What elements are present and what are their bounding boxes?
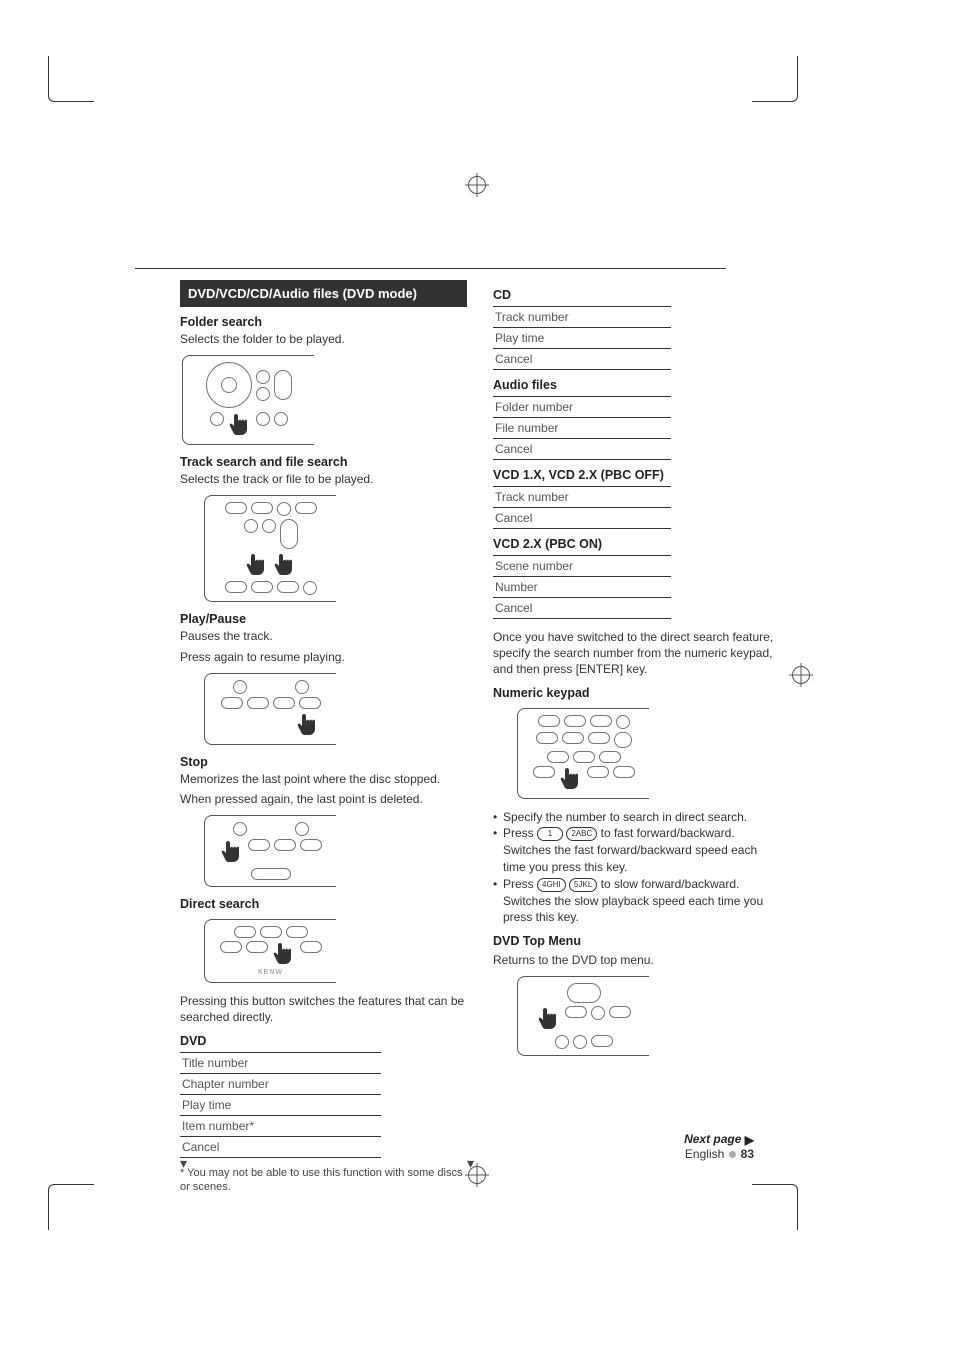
table-row: Item number* [180, 1116, 381, 1137]
bullet-item: Press 1 2ABC to fast forward/backward. S… [493, 825, 780, 875]
table-row: Play time [493, 328, 671, 349]
table-row: Cancel [180, 1137, 381, 1158]
cd-table: Track number Play time Cancel [493, 306, 671, 370]
vcd1-table-label: VCD 1.X, VCD 2.X (PBC OFF) [493, 468, 780, 482]
table-row: Cancel [493, 598, 671, 619]
dvd-table-label: DVD [180, 1034, 467, 1048]
hand-pointer-icon [273, 552, 297, 578]
continuation-arrow-icon: ▾ [180, 1155, 187, 1172]
play-pause-text-1: Pauses the track. [180, 628, 467, 644]
folder-search-heading: Folder search [180, 315, 467, 329]
remote-topmenu-illustration [517, 976, 649, 1056]
key-5-icon: 5JKL [569, 878, 597, 892]
audio-files-table-label: Audio files [493, 378, 780, 392]
continuation-arrow-icon: ▾ [467, 1155, 474, 1172]
hand-pointer-icon [220, 839, 244, 865]
triangle-right-icon: ▶ [745, 1133, 754, 1147]
stop-heading: Stop [180, 755, 467, 769]
dvd-footnote: * You may not be able to use this functi… [180, 1166, 467, 1196]
folder-search-text: Selects the folder to be played. [180, 331, 467, 347]
key-1-icon: 1 [537, 827, 563, 841]
registration-mark-right [792, 666, 810, 684]
direct-search-heading: Direct search [180, 897, 467, 911]
table-row: Cancel [493, 439, 671, 460]
remote-keypad-illustration [517, 708, 649, 799]
key-4-icon: 4GHI [537, 878, 566, 892]
remote-stop-illustration [204, 815, 336, 887]
play-pause-text-2: Press again to resume playing. [180, 649, 467, 665]
section-band: DVD/VCD/CD/Audio files (DVD mode) [180, 280, 467, 307]
hand-pointer-icon [559, 766, 583, 792]
hand-pointer-icon [272, 941, 296, 967]
vcd1-table: Track number Cancel [493, 486, 671, 529]
table-row: Scene number [493, 556, 671, 577]
registration-mark-top [468, 176, 486, 194]
cd-table-label: CD [493, 288, 780, 302]
vcd2-table-label: VCD 2.X (PBC ON) [493, 537, 780, 551]
bullet-item: Press 4GHI 5JKL to slow forward/backward… [493, 876, 780, 926]
header-rule [135, 268, 726, 269]
stop-text-2: When pressed again, the last point is de… [180, 791, 467, 807]
keypad-bullets: Specify the number to search in direct s… [493, 809, 780, 927]
vcd2-table: Scene number Number Cancel [493, 555, 671, 619]
table-row: Chapter number [180, 1074, 381, 1095]
table-row: File number [493, 418, 671, 439]
play-pause-heading: Play/Pause [180, 612, 467, 626]
hand-pointer-icon [296, 712, 320, 738]
stop-text-1: Memorizes the last point where the disc … [180, 771, 467, 787]
numeric-keypad-label: Numeric keypad [493, 686, 780, 700]
table-row: Play time [180, 1095, 381, 1116]
table-row: Track number [493, 307, 671, 328]
remote-folder-illustration [182, 355, 314, 445]
track-search-heading: Track search and file search [180, 455, 467, 469]
key-2-icon: 2ABC [566, 827, 597, 841]
table-row: Number [493, 577, 671, 598]
bullet-item: Specify the number to search in direct s… [493, 809, 780, 826]
table-row: Cancel [493, 508, 671, 529]
dvd-top-menu-text: Returns to the DVD top menu. [493, 952, 780, 968]
track-search-text: Selects the track or file to be played. [180, 471, 467, 487]
table-row: Title number [180, 1053, 381, 1074]
remote-direct-illustration: KENW [204, 919, 336, 983]
table-row: Track number [493, 487, 671, 508]
next-page: Next page ▶ [684, 1132, 754, 1146]
page-footer: English ● 83 [685, 1146, 754, 1164]
dvd-table: Title number Chapter number Play time It… [180, 1052, 381, 1158]
direct-search-text: Pressing this button switches the featur… [180, 993, 467, 1025]
hand-pointer-icon [228, 412, 252, 438]
hand-pointer-icon [537, 1006, 561, 1032]
hand-pointer-icon [245, 552, 269, 578]
table-row: Cancel [493, 349, 671, 370]
table-row: Folder number [493, 397, 671, 418]
dvd-top-menu-heading: DVD Top Menu [493, 934, 780, 948]
remote-play-illustration [204, 673, 336, 745]
remote-track-illustration [204, 495, 336, 602]
audio-files-table: Folder number File number Cancel [493, 396, 671, 460]
direct-search-paragraph: Once you have switched to the direct sea… [493, 629, 780, 678]
